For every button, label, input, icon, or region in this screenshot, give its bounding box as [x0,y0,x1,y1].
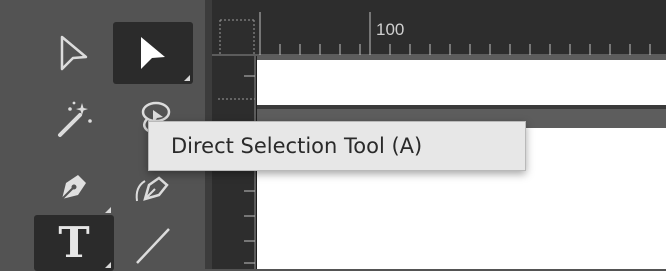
selection-tool-button[interactable] [34,22,114,84]
document-page[interactable] [257,60,666,105]
pen-tool-button[interactable] [34,154,114,216]
tooltip-text: Direct Selection Tool (A) [171,134,423,158]
arrow-outline-icon [54,31,94,75]
tool-tooltip: Direct Selection Tool (A) [148,121,526,171]
magic-wand-icon [52,97,96,141]
pen-icon [52,163,96,207]
arrow-filled-icon [133,31,173,75]
ruler-label-100: 100 [376,20,405,39]
page-edge [257,105,666,109]
line-tool-button[interactable] [113,215,193,271]
magic-wand-tool-button[interactable] [34,88,114,150]
flyout-indicator-icon [184,75,190,81]
type-icon: T [58,218,90,267]
flyout-indicator-icon [105,262,111,268]
horizontal-ruler[interactable] [212,0,666,57]
direct-selection-tool-button[interactable] [113,22,193,84]
line-icon [131,221,175,265]
flyout-indicator-icon [105,207,111,213]
type-tool-button[interactable]: T [34,215,114,271]
